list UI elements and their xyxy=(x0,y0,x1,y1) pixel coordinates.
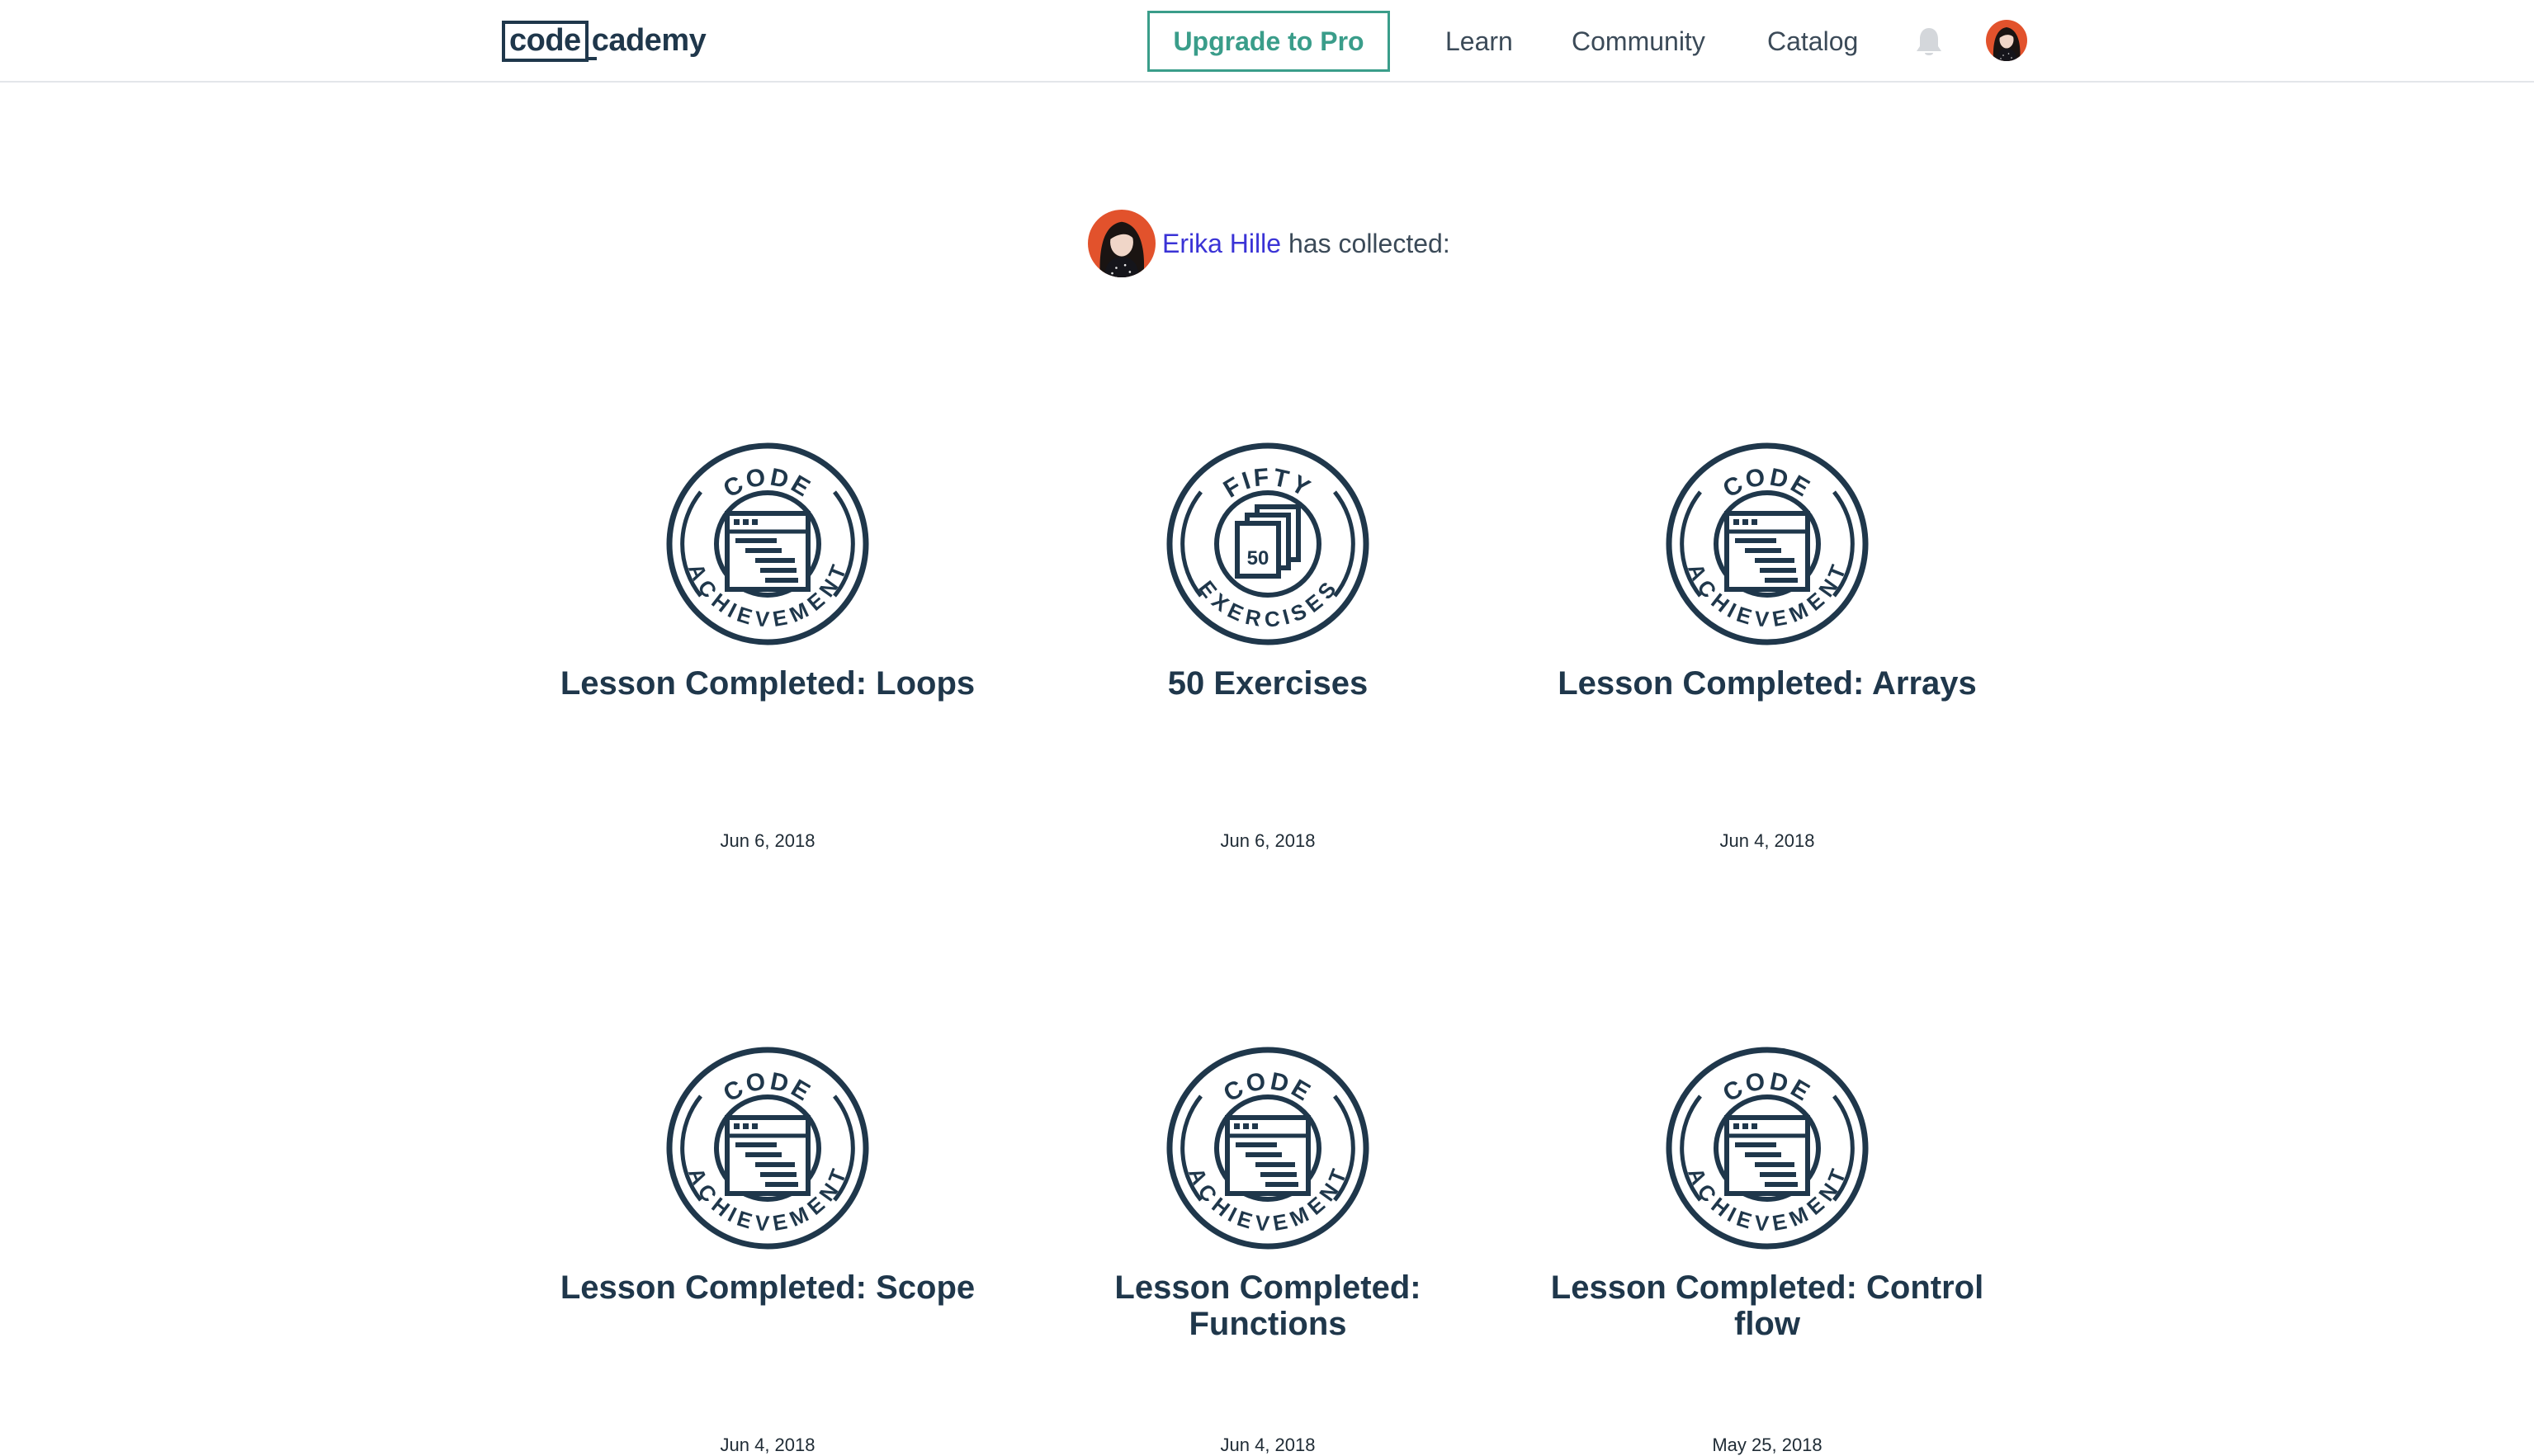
logo-cademy-text: cademy xyxy=(584,21,707,62)
achievement-card[interactable]: FIFTY EXERCISES 50 50 Exercises Jun 6, 2018 xyxy=(1045,442,1491,851)
achievement-date: May 25, 2018 xyxy=(1712,1435,1822,1455)
bell-icon[interactable] xyxy=(1913,25,1945,58)
achievement-date: Jun 4, 2018 xyxy=(1220,1435,1316,1455)
logo-code-box: code xyxy=(502,21,589,62)
badge-fifty-number: 50 xyxy=(1247,547,1269,570)
code-achievement-badge-icon: CODEACHIEVEMENT xyxy=(1166,1047,1369,1250)
code-window-icon xyxy=(1724,1115,1810,1196)
code-achievement-badge-icon: CODEACHIEVEMENT xyxy=(1666,442,1869,645)
code-window-icon xyxy=(1225,1115,1311,1196)
code-achievement-badge-icon: CODEACHIEVEMENT xyxy=(666,1047,869,1250)
avatar-image xyxy=(1088,210,1156,277)
achievement-card[interactable]: CODE ACHIEVEMENT Lesson Completed: Arrays J… xyxy=(1544,442,1990,851)
nav-catalog-link[interactable]: Catalog xyxy=(1767,20,1858,63)
achievement-card[interactable]: CODE ACHIEVEMENT Lesson Completed: Control… xyxy=(1544,1047,1990,1455)
nav-community-link[interactable]: Community xyxy=(1572,20,1705,63)
achievement-card[interactable]: CODE ACHIEVEMENT Lesson Completed: Loops Ju… xyxy=(545,442,990,851)
nav-learn-link[interactable]: Learn xyxy=(1445,20,1513,63)
top-navigation-bar: code cademy Upgrade to Pro Learn Communi… xyxy=(0,0,2534,83)
profile-avatar xyxy=(1088,210,1156,277)
achievement-title: Lesson Completed: Control flow xyxy=(1550,1269,1984,1342)
user-avatar-button[interactable] xyxy=(1986,20,2027,61)
stacked-pages-icon: 50 xyxy=(1235,504,1301,579)
fifty-exercises-badge-icon: FIFTYEXERCISES50 xyxy=(1166,442,1369,645)
code-window-icon xyxy=(725,1115,811,1196)
collected-heading: Erika Hille has collected: xyxy=(1088,210,1450,277)
upgrade-to-pro-button[interactable]: Upgrade to Pro xyxy=(1147,11,1390,72)
codecademy-logo[interactable]: code cademy xyxy=(502,21,707,64)
achievement-card[interactable]: CODE ACHIEVEMENT Lesson Completed: Functio… xyxy=(1045,1047,1491,1455)
user-profile-link[interactable]: Erika Hille xyxy=(1162,229,1281,259)
code-window-icon xyxy=(725,511,811,592)
code-window-icon xyxy=(1724,511,1810,592)
achievement-date: Jun 4, 2018 xyxy=(1719,830,1815,851)
achievement-title: Lesson Completed: Loops xyxy=(560,665,976,702)
code-achievement-badge-icon: CODEACHIEVEMENT xyxy=(666,442,869,645)
achievement-title: Lesson Completed: Functions xyxy=(1114,1269,1421,1342)
achievement-title: 50 Exercises xyxy=(1167,665,1369,702)
achievement-title: Lesson Completed: Scope xyxy=(560,1269,976,1306)
achievement-title: Lesson Completed: Arrays xyxy=(1558,665,1977,702)
code-achievement-badge-icon: CODEACHIEVEMENT xyxy=(1666,1047,1869,1250)
collected-text: has collected: xyxy=(1288,228,1450,258)
achievement-date: Jun 6, 2018 xyxy=(1220,830,1316,851)
achievement-date: Jun 6, 2018 xyxy=(720,830,816,851)
achievement-card[interactable]: CODE ACHIEVEMENT Lesson Completed: Scope Ju… xyxy=(545,1047,990,1455)
avatar-image xyxy=(1986,20,2027,61)
achievement-date: Jun 4, 2018 xyxy=(720,1435,816,1455)
